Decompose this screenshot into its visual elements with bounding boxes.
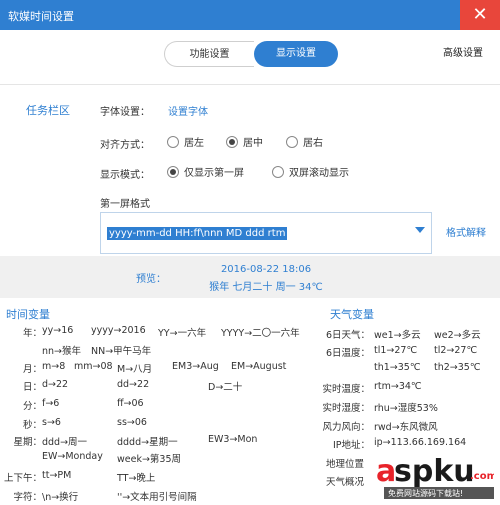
var-key-second: 秒： xyxy=(22,420,42,431)
var-item: ff→06 xyxy=(117,398,144,409)
var-item: we1→多云 xyxy=(374,330,421,341)
svg-text:spku: spku xyxy=(394,454,475,489)
var-item: th1→35℃ xyxy=(374,362,421,373)
var-item: TT→晚上 xyxy=(117,473,156,484)
mode-dual-screen-radio[interactable]: 双屏滚动显示 xyxy=(272,164,349,179)
var-item: M→八月 xyxy=(117,364,153,375)
radio-label: 仅显示第一屏 xyxy=(184,168,244,179)
var-item: rhu→湿度53% xyxy=(374,403,438,414)
var-key-real-humidity: 实时湿度： xyxy=(322,403,370,414)
radio-circle-icon xyxy=(272,165,284,178)
preview-line-2: 猴年 七月二十 周一 34℃ xyxy=(209,282,323,293)
var-item: s→6 xyxy=(42,417,61,428)
var-key-month: 月： xyxy=(22,364,42,375)
align-left-radio[interactable]: 居左 xyxy=(167,134,204,149)
radio-checked-icon xyxy=(226,135,238,148)
radio-label: 居中 xyxy=(243,138,263,149)
align-label: 对齐方式： xyxy=(100,140,150,151)
weather-vars-heading: 天气变量 xyxy=(330,308,374,321)
time-vars-heading: 时间变量 xyxy=(6,308,50,321)
var-item: YYYY→二〇一六年 xyxy=(221,328,300,339)
var-item: rtm→34℃ xyxy=(374,381,422,392)
var-item: dddd→星期一 xyxy=(117,437,178,448)
preview-line-1: 2016-08-22 18:06 xyxy=(220,264,312,275)
var-item: week→第35周 xyxy=(117,454,182,465)
tab-advanced-settings[interactable]: 高级设置 xyxy=(432,41,494,67)
mode-first-screen-radio[interactable]: 仅显示第一屏 xyxy=(167,164,244,179)
var-key-week: 星期： xyxy=(13,437,42,448)
var-item: nn→猴年 xyxy=(42,346,82,357)
var-key-wind: 风力风向： xyxy=(322,422,370,433)
tab-display-settings[interactable]: 显示设置 xyxy=(254,41,338,67)
align-center-radio[interactable]: 居中 xyxy=(226,134,263,149)
radio-label: 居右 xyxy=(303,138,323,149)
var-item: NN→甲午马年 xyxy=(91,346,152,357)
var-item: D→二十 xyxy=(208,382,243,393)
radio-label: 居左 xyxy=(184,138,204,149)
var-item: EW→Monday xyxy=(42,451,103,462)
var-item: EW3→Mon xyxy=(208,434,258,445)
font-label: 字体设置： xyxy=(100,107,150,118)
var-item: mm→08 xyxy=(74,361,113,372)
var-item: ddd→周一 xyxy=(42,437,88,448)
var-item: m→8 xyxy=(42,361,66,372)
var-key-ip: IP地址： xyxy=(332,440,370,451)
format-value[interactable]: yyyy-mm-dd HH:ff\nnn MD ddd rtm xyxy=(107,227,288,240)
tab-function-settings[interactable]: 功能设置 xyxy=(164,41,254,67)
var-item: th2→35℃ xyxy=(434,362,481,373)
sidebar-item-taskbar[interactable]: 任务栏区 xyxy=(26,102,70,118)
var-item: ss→06 xyxy=(117,417,147,428)
close-button[interactable]: ✕ xyxy=(460,0,500,30)
preview-label: 预览： xyxy=(136,274,166,285)
first-screen-format-label: 第一屏格式 xyxy=(100,199,150,210)
display-mode-label: 显示模式： xyxy=(100,170,150,181)
var-key-location: 地理位置 xyxy=(326,459,365,470)
format-combobox[interactable]: yyyy-mm-dd HH:ff\nnn MD ddd rtm xyxy=(100,212,432,254)
var-key-ampm: 上下午： xyxy=(3,473,42,484)
var-item: tl2→27℃ xyxy=(434,345,478,356)
radio-circle-icon xyxy=(286,135,298,148)
var-item: yy→16 xyxy=(42,325,74,336)
divider xyxy=(0,84,500,85)
format-help-link[interactable]: 格式解释 xyxy=(446,224,486,239)
radio-circle-icon xyxy=(167,135,179,148)
var-key-year: 年： xyxy=(22,328,42,339)
preview-panel: 预览： 2016-08-22 18:06 猴年 七月二十 周一 34℃ xyxy=(0,256,500,298)
var-item: dd→22 xyxy=(117,379,150,390)
svg-text:.com: .com xyxy=(470,471,494,482)
set-font-link[interactable]: 设置字体 xyxy=(168,103,208,118)
radio-label: 双屏滚动显示 xyxy=(289,168,349,179)
var-item: ip→113.66.169.164 xyxy=(374,437,467,448)
var-item: ''→文本用引号间隔 xyxy=(117,492,197,503)
var-item: tt→PM xyxy=(42,470,72,481)
var-item: EM→August xyxy=(231,361,287,372)
var-item: f→6 xyxy=(42,398,60,409)
var-item: \n→换行 xyxy=(42,492,79,503)
chevron-down-icon[interactable] xyxy=(415,227,425,233)
var-item: rwd→东风微风 xyxy=(374,422,438,433)
aspku-logo-icon: a spku .com 免费网站源码下载站! xyxy=(376,454,497,499)
var-key-real-temp: 实时温度： xyxy=(322,384,370,395)
var-key-six-day-temp: 6日温度： xyxy=(325,348,370,359)
align-right-radio[interactable]: 居右 xyxy=(286,134,323,149)
var-key-six-day-weather: 6日天气： xyxy=(325,330,370,341)
watermark-logo: a spku .com 免费网站源码下载站! xyxy=(376,449,497,499)
close-icon: ✕ xyxy=(472,4,488,25)
var-item: EM3→Aug xyxy=(172,361,219,372)
var-item: we2→多云 xyxy=(434,330,481,341)
var-key-day: 日： xyxy=(22,382,42,393)
var-key-char: 字符： xyxy=(13,492,42,503)
var-item: tl1→27℃ xyxy=(374,345,418,356)
var-item: YY→一六年 xyxy=(158,328,207,339)
var-item: yyyy→2016 xyxy=(91,325,146,336)
radio-checked-icon xyxy=(167,165,179,178)
title-bar: 软媒时间设置 ✕ xyxy=(0,0,500,30)
var-key-weather-summary: 天气概况 xyxy=(326,477,365,488)
svg-text:免费网站源码下载站!: 免费网站源码下载站! xyxy=(388,488,463,498)
var-item: d→22 xyxy=(42,379,69,390)
window-title: 软媒时间设置 xyxy=(8,10,74,23)
var-key-minute: 分： xyxy=(22,401,42,412)
